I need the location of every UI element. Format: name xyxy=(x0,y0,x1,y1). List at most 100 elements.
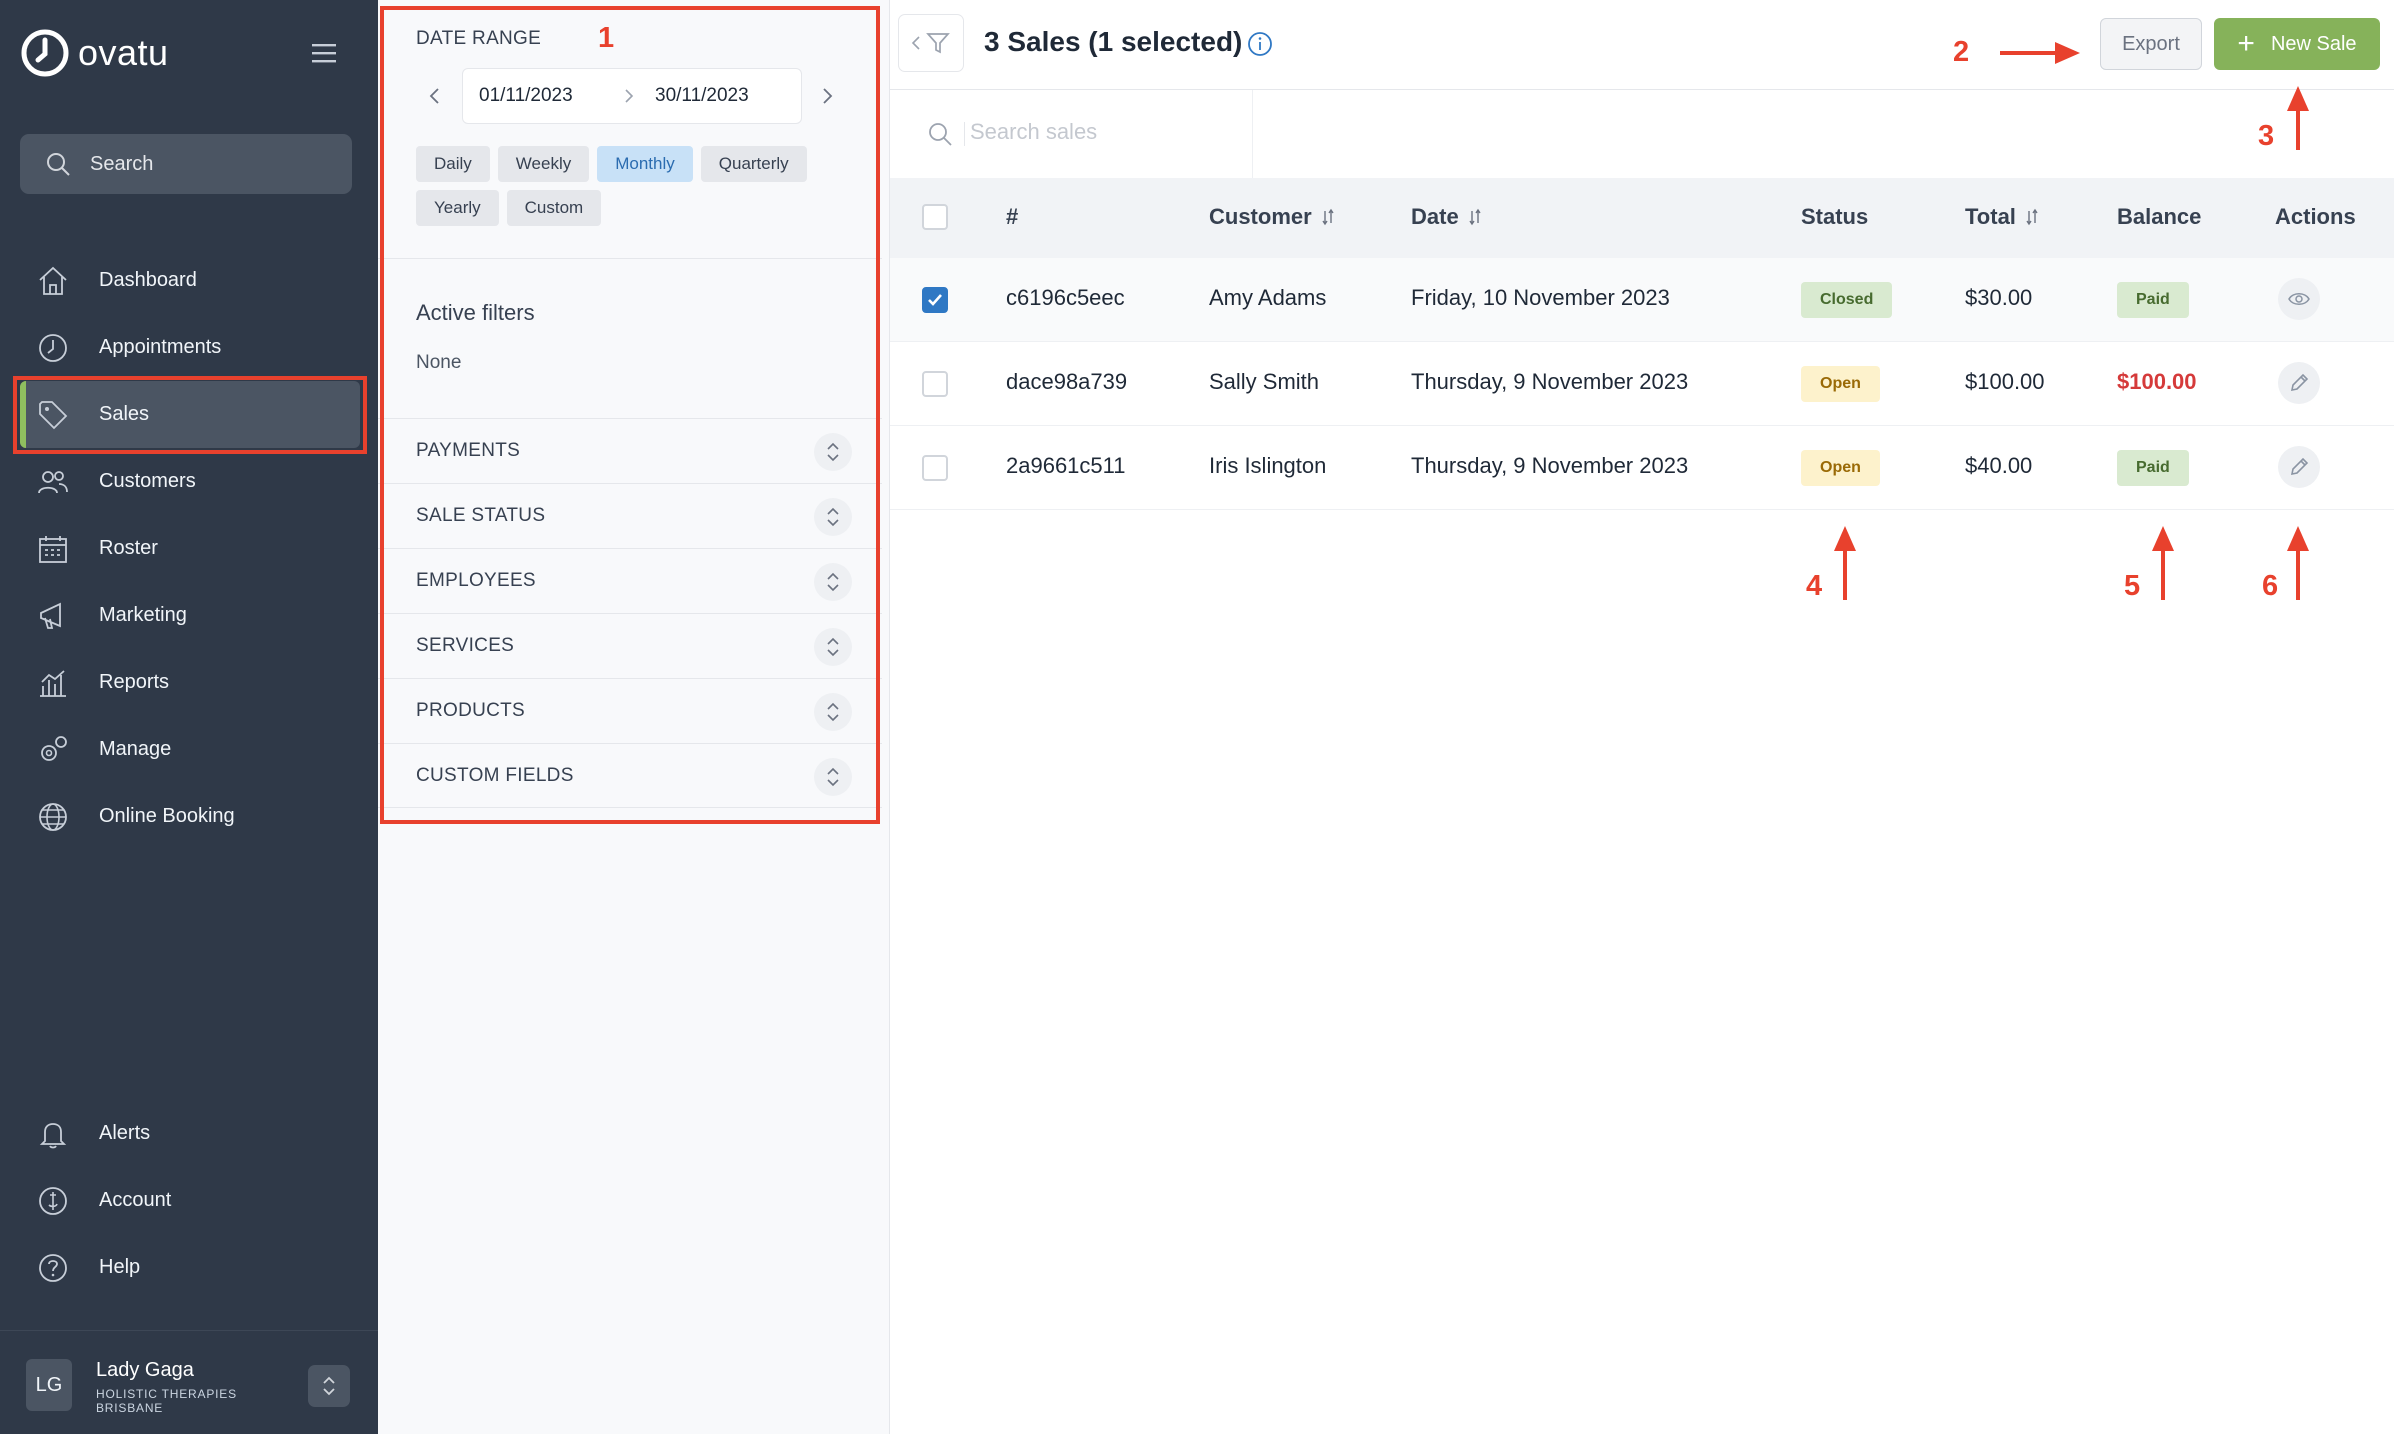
user-profile[interactable]: LG Lady Gaga HOLISTIC THERAPIES BRISBANE xyxy=(0,1330,378,1434)
edit-sale-button[interactable] xyxy=(2278,446,2320,488)
annotation-number-6: 6 xyxy=(2262,570,2279,602)
chevron-left-icon[interactable] xyxy=(426,84,444,108)
view-sale-button[interactable] xyxy=(2278,278,2320,320)
expand-toggle[interactable] xyxy=(814,498,852,536)
toggle-filters-button[interactable] xyxy=(898,14,964,72)
calendar-icon xyxy=(39,535,67,563)
sidebar-item-label: Help xyxy=(99,1256,141,1278)
table-row[interactable]: dace98a739 Sally Smith Thursday, 9 Novem… xyxy=(890,342,2394,426)
home-icon xyxy=(39,266,67,295)
account-icon xyxy=(39,1186,67,1215)
column-header-total[interactable]: Total xyxy=(1965,204,2040,230)
column-header-customer[interactable]: Customer xyxy=(1209,204,1336,230)
row-checkbox[interactable] xyxy=(922,371,948,397)
sidebar-item-marketing[interactable]: Marketing xyxy=(0,582,378,649)
date-range-end[interactable]: 30/11/2023 xyxy=(655,85,749,107)
sidebar-item-label: Alerts xyxy=(99,1122,151,1144)
check-icon xyxy=(928,294,942,306)
filter-section-products[interactable]: PRODUCTS xyxy=(378,678,882,743)
sidebar-item-label: Sales xyxy=(99,403,150,425)
balance-amount: $100.00 xyxy=(2117,369,2197,394)
sidebar-item-help[interactable]: Help xyxy=(0,1234,378,1301)
divider xyxy=(1252,90,1253,178)
sidebar-item-roster[interactable]: Roster xyxy=(0,515,378,582)
expand-toggle[interactable] xyxy=(814,433,852,471)
table-row[interactable]: 2a9661c511 Iris Islington Thursday, 9 No… xyxy=(890,426,2394,510)
sidebar-item-account[interactable]: Account xyxy=(0,1167,378,1234)
chevron-up-down-icon xyxy=(827,767,839,787)
row-checkbox[interactable] xyxy=(922,455,948,481)
sale-total: $30.00 xyxy=(1965,285,2033,310)
period-daily[interactable]: Daily xyxy=(416,146,490,182)
sales-search-bar xyxy=(890,90,2394,178)
info-icon[interactable] xyxy=(1246,30,1274,58)
date-range-start[interactable]: 01/11/2023 xyxy=(479,85,599,107)
sale-id[interactable]: 2a9661c511 xyxy=(1006,453,1126,479)
sidebar-item-label: Customers xyxy=(99,470,196,492)
chevron-right-icon xyxy=(625,89,634,103)
period-quarterly[interactable]: Quarterly xyxy=(700,146,807,182)
table-header: # Customer Date Status Total Balance Act… xyxy=(890,178,2394,258)
filter-section-payments[interactable]: PAYMENTS xyxy=(378,418,882,483)
active-filters-title: Active filters xyxy=(416,300,535,325)
new-sale-button[interactable]: + New Sale xyxy=(2214,18,2380,70)
period-custom[interactable]: Custom xyxy=(506,190,602,226)
globe-icon xyxy=(39,802,67,831)
pencil-icon xyxy=(2290,457,2309,476)
sidebar-item-dashboard[interactable]: Dashboard xyxy=(0,247,378,314)
balance-badge: Paid xyxy=(2117,450,2189,486)
period-monthly[interactable]: Monthly xyxy=(597,146,693,182)
sidebar-item-alerts[interactable]: Alerts xyxy=(0,1100,378,1167)
expand-toggle[interactable] xyxy=(814,693,852,731)
sidebar-item-online-booking[interactable]: Online Booking xyxy=(0,783,378,850)
chevron-right-icon[interactable] xyxy=(818,84,836,108)
period-weekly[interactable]: Weekly xyxy=(497,146,590,182)
filter-section-services[interactable]: SERVICES xyxy=(378,613,882,678)
filter-section-employees[interactable]: EMPLOYEES xyxy=(378,548,882,613)
column-header-date[interactable]: Date xyxy=(1411,204,1483,230)
sidebar-item-label: Account xyxy=(99,1189,172,1211)
user-name: Lady Gaga xyxy=(96,1359,194,1381)
sort-icon xyxy=(2026,208,2038,226)
main-content: 3 Sales (1 selected) Export + New Sale #… xyxy=(890,0,2394,1434)
sidebar-item-label: Reports xyxy=(99,671,170,693)
search-input[interactable] xyxy=(970,110,1230,154)
row-checkbox[interactable] xyxy=(922,287,948,313)
brand[interactable]: ovatu xyxy=(20,28,169,78)
chevron-up-down-icon xyxy=(827,637,839,657)
expand-toggle[interactable] xyxy=(814,758,852,796)
filter-section-custom-fields[interactable]: CUSTOM FIELDS xyxy=(378,743,882,808)
chevron-up-down-icon xyxy=(827,442,839,462)
sale-id[interactable]: c6196c5eec xyxy=(1006,285,1125,311)
sidebar: ovatu Search Dashboard Appointments Sale… xyxy=(0,0,378,1434)
expand-toggle[interactable] xyxy=(814,563,852,601)
hamburger-icon[interactable] xyxy=(306,40,342,66)
annotation-number-2: 2 xyxy=(1953,36,1970,68)
export-button[interactable]: Export xyxy=(2100,18,2202,70)
chevron-up-down-icon xyxy=(827,702,839,722)
period-selector: Daily Weekly Monthly Quarterly Yearly Cu… xyxy=(416,146,856,226)
sidebar-item-manage[interactable]: Manage xyxy=(0,716,378,783)
table-row[interactable]: c6196c5eec Amy Adams Friday, 10 November… xyxy=(890,258,2394,342)
sidebar-search[interactable]: Search xyxy=(20,134,352,194)
expand-toggle[interactable] xyxy=(814,628,852,666)
chevron-up-down-icon xyxy=(827,572,839,592)
divider xyxy=(964,122,965,146)
sidebar-item-sales[interactable]: Sales xyxy=(20,381,360,448)
date-range-picker[interactable]: 01/11/2023 30/11/2023 xyxy=(462,68,802,124)
column-header-actions: Actions xyxy=(2275,204,2356,230)
period-yearly[interactable]: Yearly xyxy=(416,190,499,226)
filter-section-sale-status[interactable]: SALE STATUS xyxy=(378,483,882,548)
sale-date: Thursday, 9 November 2023 xyxy=(1411,369,1689,394)
sidebar-item-customers[interactable]: Customers xyxy=(0,448,378,515)
sale-id[interactable]: dace98a739 xyxy=(1006,369,1127,395)
user-switch-button[interactable] xyxy=(308,1365,350,1407)
sidebar-item-reports[interactable]: Reports xyxy=(0,649,378,716)
sidebar-item-label: Manage xyxy=(99,738,172,760)
column-header-label: # xyxy=(1006,204,1019,229)
megaphone-icon xyxy=(40,602,61,629)
topbar: 3 Sales (1 selected) Export + New Sale xyxy=(890,0,2394,90)
edit-sale-button[interactable] xyxy=(2278,362,2320,404)
sidebar-item-appointments[interactable]: Appointments xyxy=(0,314,378,381)
select-all-checkbox[interactable] xyxy=(922,204,948,230)
